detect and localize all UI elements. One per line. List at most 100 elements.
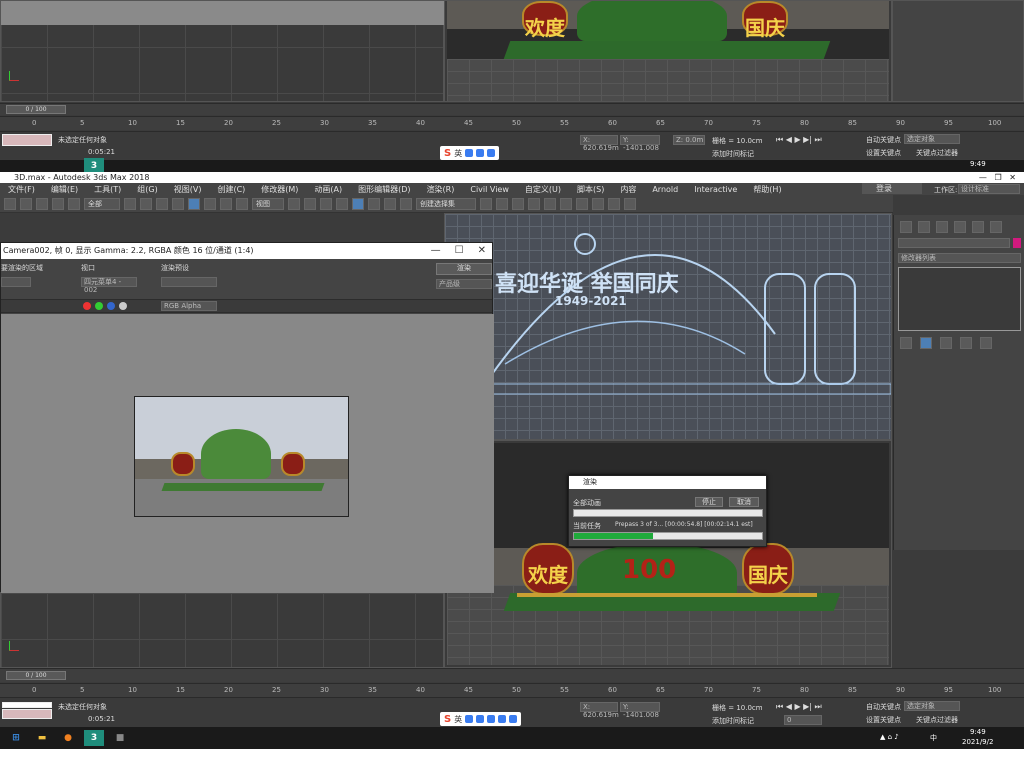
time-slider[interactable]: 0 / 100 [6, 671, 66, 680]
reference-coord-dropdown[interactable]: 视图 [252, 197, 284, 210]
viewport-dropdown[interactable]: 四元菜单4 - 002 [81, 277, 137, 294]
rendered-frame-icon[interactable] [608, 197, 620, 210]
viewport-bottom-left[interactable] [0, 592, 444, 668]
viewport-camera-upper[interactable]: 欢度 国庆 [444, 0, 892, 102]
viewport-top-left-upper[interactable] [0, 0, 494, 102]
selection-filter-dropdown[interactable]: 全部 [84, 197, 120, 210]
menu-item-10[interactable]: Civil View [462, 185, 517, 194]
maxscript-listener-output[interactable] [2, 709, 52, 719]
channel-toggles[interactable] [83, 302, 127, 310]
select-icon[interactable] [124, 197, 136, 210]
spinner-snap-icon[interactable] [384, 197, 396, 210]
percent-snap-icon[interactable] [368, 197, 380, 210]
menu-item-5[interactable]: 创建(C) [209, 184, 253, 195]
timeline-upper[interactable]: 0 / 100 [0, 103, 1024, 115]
rotate-icon[interactable] [204, 197, 216, 210]
menu-item-0[interactable]: 文件(F) [0, 184, 43, 195]
workspace-dropdown[interactable]: 设计标准 [958, 184, 1020, 194]
scene-explorer-icon[interactable] [528, 197, 540, 210]
curve-editor-icon[interactable] [544, 197, 556, 210]
playback-controls[interactable]: ⏮ ◀ ▶ ▶| ⏭ [776, 702, 822, 712]
windows-start-icon[interactable]: ⊞ [6, 730, 26, 746]
pin-stack-icon[interactable] [900, 337, 912, 349]
hierarchy-tab-icon[interactable] [936, 221, 948, 233]
green-channel-icon[interactable] [95, 302, 103, 310]
auto-key-upper[interactable]: 自动关键点 [866, 135, 901, 145]
ime-toolbar-upper[interactable]: S英 [440, 146, 500, 160]
render-production-icon[interactable] [624, 197, 636, 210]
time-slider-upper[interactable]: 0 / 100 [6, 105, 66, 114]
menu-item-9[interactable]: 渲染(R) [419, 184, 463, 195]
render-window-controls[interactable]: — ☐ ✕ [431, 243, 486, 259]
utilities-tab-icon[interactable] [990, 221, 1002, 233]
modify-tab-icon[interactable] [918, 221, 930, 233]
layer-icon[interactable] [512, 197, 524, 210]
link-icon[interactable] [36, 197, 48, 210]
stop-button[interactable]: 停止 [695, 497, 723, 507]
taskbar-3dsmax[interactable]: 3 [84, 730, 104, 746]
timeline-ruler-upper[interactable]: 0 5 10 15 20 25 30 35 40 45 50 55 60 65 70 75 80 85 90 95 10… [0, 116, 1024, 130]
red-channel-icon[interactable] [83, 302, 91, 310]
render-preset-dropdown[interactable] [161, 277, 217, 287]
window-controls[interactable]: — ❐ ✕ [979, 172, 1016, 183]
render-mode-dropdown[interactable]: 产品级 [436, 279, 492, 289]
key-filters[interactable]: 关键点过滤器 [916, 715, 958, 725]
menu-item-15[interactable]: Interactive [686, 185, 745, 194]
unlink-icon[interactable] [52, 197, 64, 210]
terminal-icon[interactable]: ■ [110, 730, 130, 746]
scale-icon[interactable] [220, 197, 232, 210]
create-tab-icon[interactable] [900, 221, 912, 233]
channel-dropdown[interactable]: RGB Alpha [161, 301, 217, 311]
y-coord[interactable]: Y: -1401.008 [620, 702, 660, 719]
command-panel-tabs[interactable] [900, 221, 1002, 233]
remove-modifier-icon[interactable] [960, 337, 972, 349]
show-end-result-icon[interactable] [920, 337, 932, 349]
keyboard-shortcut-icon[interactable] [320, 197, 332, 210]
render-canvas[interactable] [1, 314, 494, 593]
timeline-ruler[interactable]: 0 5 10 15 20 25 30 35 40 45 50 55 60 65 70 75 80 85 90 95 10… [0, 683, 1024, 697]
mirror-icon[interactable] [480, 197, 492, 210]
menu-item-4[interactable]: 视图(V) [166, 184, 210, 195]
menu-item-8[interactable]: 图形编辑器(D) [350, 184, 418, 195]
modifier-stack[interactable] [898, 267, 1021, 331]
modifier-list-dropdown[interactable]: 修改器列表 [898, 253, 1021, 263]
bind-icon[interactable] [68, 197, 80, 210]
move-icon[interactable] [188, 197, 200, 210]
maxscript-listener[interactable] [2, 702, 52, 708]
menu-item-6[interactable]: 修改器(M) [253, 184, 306, 195]
cancel-button[interactable]: 取消 [729, 497, 759, 507]
object-color-swatch[interactable] [1013, 238, 1021, 248]
playback-controls-upper[interactable]: ⏮ ◀ ▶ ▶| ⏭ [776, 135, 822, 145]
z-coord-upper[interactable]: Z: 0.0m [673, 135, 705, 145]
x-coord-upper[interactable]: X: 620.619m [580, 135, 619, 152]
maxscript-listener-upper[interactable] [2, 134, 52, 146]
edit-named-selection-icon[interactable] [400, 197, 412, 210]
named-selection-dropdown[interactable]: 创建选择集 [416, 197, 476, 210]
area-to-render-dropdown[interactable] [1, 277, 31, 287]
login-dropdown[interactable]: 登录 [862, 183, 922, 194]
menu-item-11[interactable]: 自定义(U) [517, 184, 569, 195]
current-frame-field[interactable]: 0 [784, 715, 822, 725]
add-time-tag[interactable]: 添加时间标记 [712, 716, 754, 726]
configure-sets-icon[interactable] [980, 337, 992, 349]
angle-snap-icon[interactable] [352, 197, 364, 210]
viewport-front-wireframe[interactable]: 喜迎华诞 举国同庆 1949-2021 [444, 213, 892, 440]
y-coord-upper[interactable]: Y: -1401.008 [620, 135, 660, 152]
align-icon[interactable] [496, 197, 508, 210]
x-coord[interactable]: X: 620.619m [580, 702, 619, 719]
menu-item-7[interactable]: 动画(A) [306, 184, 350, 195]
add-time-tag-upper[interactable]: 添加时间标记 [712, 149, 754, 159]
file-explorer-icon[interactable]: ▬ [32, 730, 52, 746]
menu-item-3[interactable]: 组(G) [129, 184, 165, 195]
menu-item-16[interactable]: 帮助(H) [745, 184, 789, 195]
window-crossing-icon[interactable] [172, 197, 184, 210]
display-tab-icon[interactable] [972, 221, 984, 233]
undo-icon[interactable] [4, 197, 16, 210]
set-key-upper[interactable]: 设置关键点 [866, 148, 901, 158]
modifier-stack-tools[interactable] [900, 337, 992, 349]
render-button[interactable]: 渲染 [436, 263, 492, 275]
tray-ime-lang[interactable]: 中 [930, 733, 937, 743]
browser-icon[interactable]: ● [58, 730, 78, 746]
menu-item-2[interactable]: 工具(T) [86, 184, 129, 195]
menu-item-14[interactable]: Arnold [644, 185, 686, 194]
